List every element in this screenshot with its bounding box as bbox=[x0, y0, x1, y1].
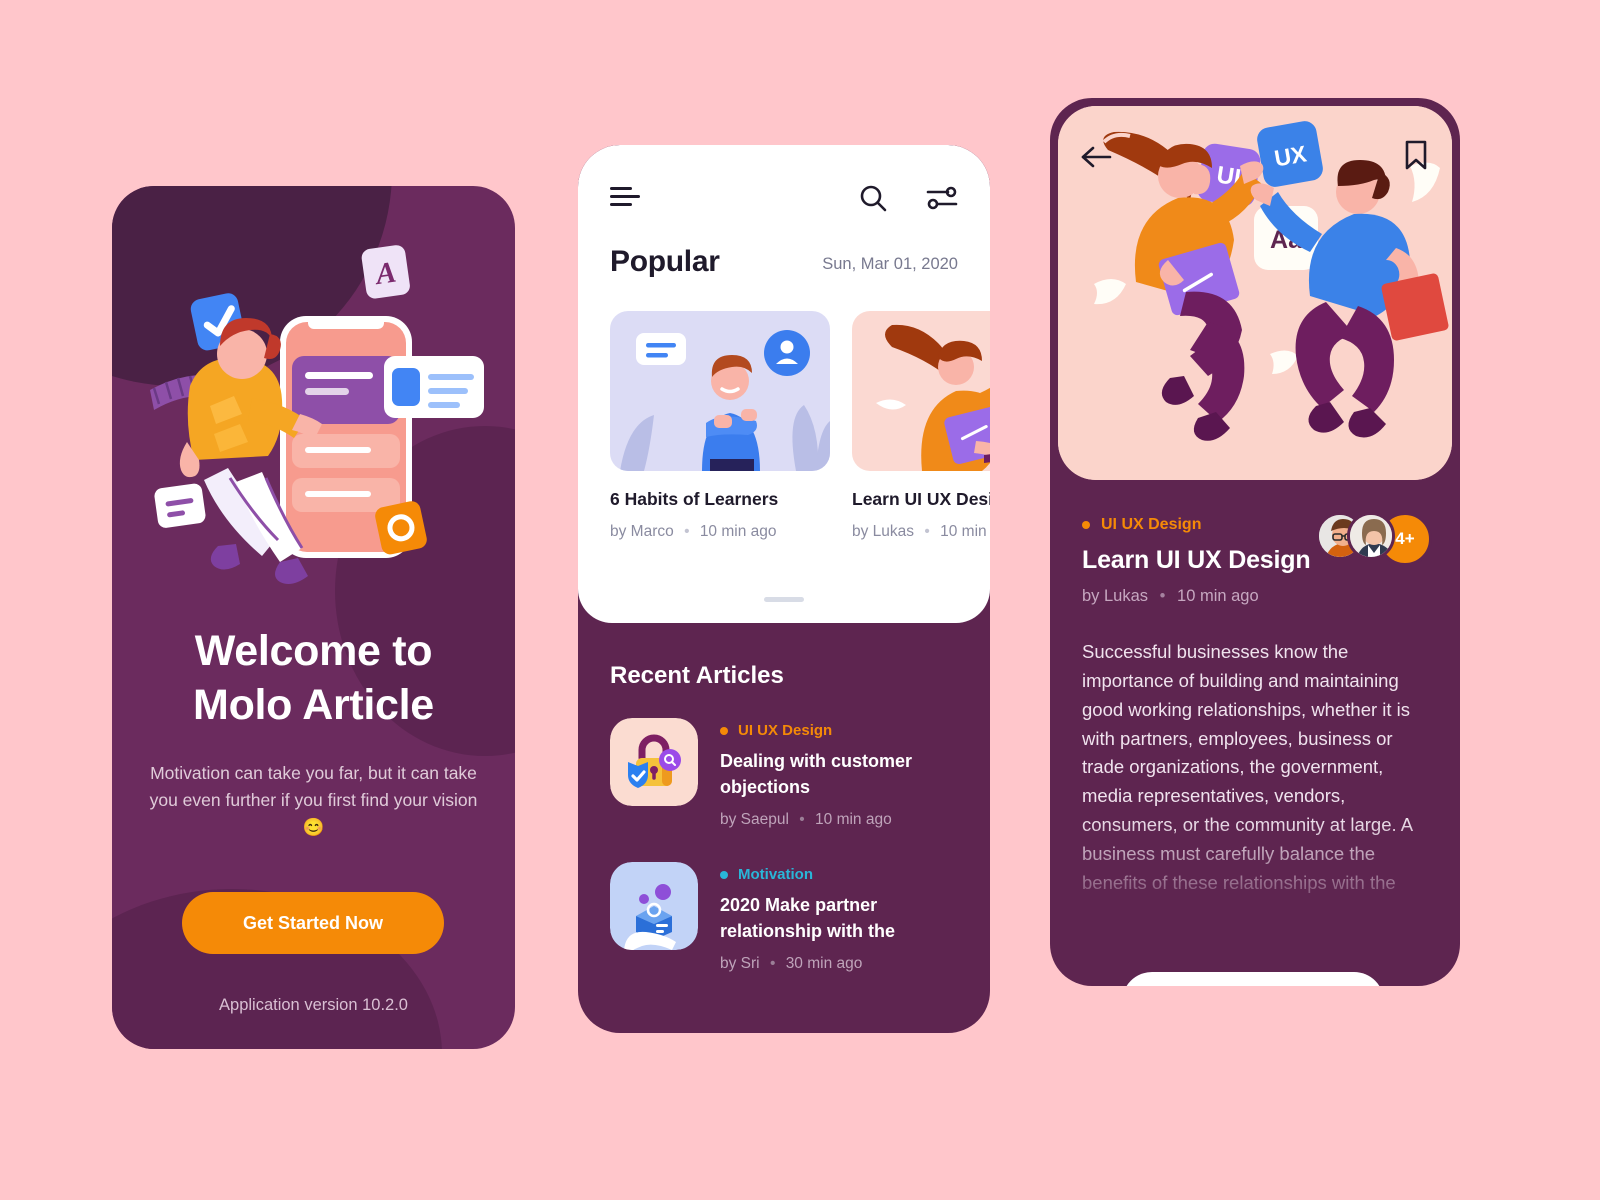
onboarding-screen: A Welcome to Molo Article Motivation can… bbox=[112, 186, 515, 1049]
current-date-label: Sun, Mar 01, 2020 bbox=[822, 255, 958, 273]
popular-card-time: 10 min ago bbox=[699, 523, 777, 540]
article-body-text: Successful businesses know the importanc… bbox=[1082, 641, 1413, 893]
article-meta: by Sri • 30 min ago bbox=[720, 955, 970, 973]
meta-separator: • bbox=[769, 955, 776, 973]
popular-card-meta: by Marco • 10 min ago bbox=[610, 523, 830, 541]
meta-separator: • bbox=[924, 523, 930, 540]
popular-card[interactable]: 6 Habits of Learners by Marco • 10 min a… bbox=[610, 311, 830, 541]
article-body: Motivation 2020 Make partner relationshi… bbox=[720, 862, 970, 973]
onboarding-illustration: A bbox=[150, 245, 484, 584]
article-time: 10 min ago bbox=[1177, 587, 1259, 605]
article-meta: by Saepul • 10 min ago bbox=[720, 811, 970, 829]
page-title: Welcome to Molo Article bbox=[112, 624, 515, 732]
article-category: UI UX Design bbox=[720, 722, 970, 739]
category-bullet-icon bbox=[1082, 521, 1090, 529]
app-version-label: Application version 10.2.0 bbox=[219, 996, 408, 1014]
category-bullet-icon bbox=[720, 870, 728, 879]
category-bullet-icon bbox=[720, 726, 728, 735]
article-category-label: UI UX Design bbox=[1101, 516, 1202, 533]
back-button[interactable] bbox=[1080, 143, 1112, 176]
list-item[interactable]: Motivation 2020 Make partner relationshi… bbox=[610, 862, 970, 973]
article-title: Dealing with customer objections bbox=[720, 751, 913, 797]
search-icon[interactable] bbox=[858, 183, 888, 218]
article-author: by Saepul bbox=[720, 811, 789, 829]
article-author: by Lukas bbox=[1082, 587, 1149, 605]
popular-card-thumbnail bbox=[610, 311, 830, 471]
get-started-button[interactable]: Get Started Now bbox=[182, 892, 444, 954]
home-topbar bbox=[610, 181, 958, 217]
screens-stage: A Welcome to Molo Article Motivation can… bbox=[0, 0, 1600, 1200]
bookmark-button[interactable] bbox=[1404, 140, 1428, 175]
article-author: by Sri bbox=[720, 955, 760, 973]
page-title-line2: Molo Article bbox=[193, 681, 434, 730]
carousel-scroll-indicator[interactable] bbox=[764, 597, 804, 602]
page-title-line1: Welcome to bbox=[194, 627, 433, 675]
popular-heading: Popular bbox=[610, 245, 720, 279]
article-category: Motivation bbox=[720, 866, 970, 883]
article-category-label: UI UX Design bbox=[738, 722, 833, 739]
meta-separator: • bbox=[799, 811, 805, 829]
read-more-button[interactable]: Read More bbox=[1122, 972, 1384, 986]
onboarding-subtitle: Motivation can take you far, but it can … bbox=[149, 763, 478, 838]
meta-separator: • bbox=[1159, 587, 1166, 605]
popular-card-author: by Marco bbox=[610, 523, 674, 540]
avatar-group[interactable]: 4+ bbox=[1316, 512, 1432, 566]
popular-card-meta: by Lukas • 10 min ago bbox=[852, 523, 990, 541]
popular-card-list[interactable]: 6 Habits of Learners by Marco • 10 min a… bbox=[610, 311, 990, 541]
article-time: 10 min ago bbox=[815, 811, 892, 829]
article-time: 30 min ago bbox=[785, 955, 863, 973]
recent-articles-heading: Recent Articles bbox=[610, 662, 784, 689]
popular-panel: Popular Sun, Mar 01, 2020 6 Habits of Le… bbox=[578, 145, 990, 623]
article-thumbnail bbox=[610, 862, 698, 950]
popular-card-title: 6 Habits of Learners bbox=[610, 489, 779, 509]
filter-icon[interactable] bbox=[926, 183, 958, 218]
article-thumbnail bbox=[610, 718, 698, 806]
popular-card-author: by Lukas bbox=[852, 523, 915, 540]
article-category-label: Motivation bbox=[738, 866, 813, 883]
popular-card-thumbnail: UI bbox=[852, 311, 990, 471]
popular-card[interactable]: UI Learn UI UX D bbox=[852, 311, 990, 541]
list-item[interactable]: UI UX Design Dealing with customer objec… bbox=[610, 718, 970, 829]
article-body: UI UX Design Dealing with customer objec… bbox=[720, 718, 970, 829]
article-title: Learn UI UX Design bbox=[1082, 546, 1311, 574]
menu-icon[interactable] bbox=[610, 187, 640, 209]
popular-card-time: 10 min ago bbox=[940, 523, 990, 540]
popular-title: Popular bbox=[610, 245, 720, 278]
article-title: 2020 Make partner relationship with the bbox=[720, 895, 896, 941]
avatar[interactable] bbox=[1347, 512, 1395, 560]
article-hero-illustration: UI UX Aa bbox=[1058, 106, 1452, 480]
article-meta: by Lukas • 10 min ago bbox=[1082, 587, 1259, 606]
meta-separator: • bbox=[684, 523, 690, 540]
popular-card-title: Learn UI UX Design bbox=[852, 489, 990, 509]
article-detail-screen: UI UX Aa UI UX Design Learn UI UX Design… bbox=[1050, 98, 1460, 986]
home-screen: Popular Sun, Mar 01, 2020 6 Habits of Le… bbox=[578, 145, 990, 1033]
article-category: UI UX Design bbox=[1082, 516, 1201, 534]
